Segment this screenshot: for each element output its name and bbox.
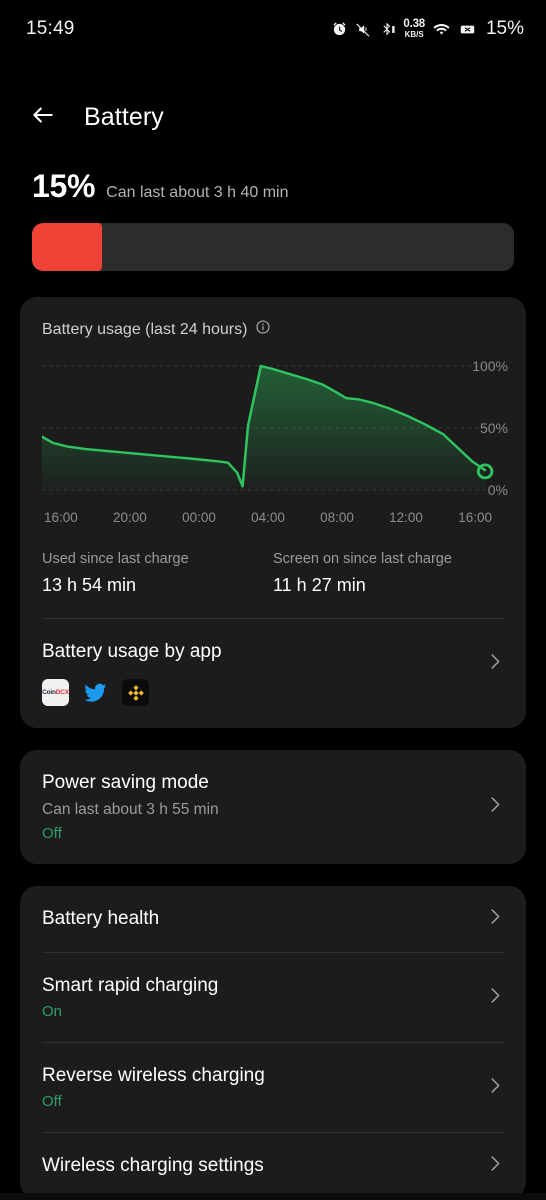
alarm-icon	[331, 21, 348, 38]
status-time: 15:49	[26, 18, 75, 39]
chart-x-tick: 16:00	[44, 510, 78, 525]
battery-estimate-text: Can last about 3 h 40 min	[106, 184, 289, 201]
chart-x-tick: 04:00	[251, 510, 285, 525]
stat-label: Used since last charge	[42, 551, 189, 567]
chart-x-tick: 20:00	[113, 510, 147, 525]
battery-usage-by-app-title: Battery usage by app	[42, 641, 222, 662]
chart-x-tick: 00:00	[182, 510, 216, 525]
info-icon[interactable]	[255, 319, 271, 340]
chevron-right-icon	[484, 984, 506, 1011]
row-title: Wireless charging settings	[42, 1155, 264, 1176]
row-title: Smart rapid charging	[42, 975, 219, 996]
status-bar: 15:49 0.38 KB/S 15%	[0, 0, 546, 58]
wireless-charging-settings-row[interactable]: Wireless charging settings	[20, 1133, 526, 1199]
coindcx-icon-label-a: Coin	[42, 689, 56, 696]
battery-usage-chart: 100% 50% 0%	[20, 354, 526, 504]
chart-x-tick: 12:00	[389, 510, 423, 525]
row-title: Battery health	[42, 908, 160, 929]
chevron-right-icon	[484, 650, 506, 677]
power-saving-mode-row[interactable]: Power saving mode Can last about 3 h 55 …	[20, 750, 526, 864]
app-icon-list: CoinDCX	[42, 679, 504, 706]
chevron-right-icon	[484, 1074, 506, 1101]
network-speed: 0.38 KB/S	[403, 17, 425, 40]
row-state: Off	[42, 1093, 62, 1110]
battery-icon	[458, 21, 477, 38]
mute-icon	[355, 21, 372, 38]
battery-summary: 15% Can last about 3 h 40 min	[0, 168, 546, 205]
row-title: Reverse wireless charging	[42, 1065, 265, 1086]
stat-screen-on-since-last-charge: Screen on since last charge 11 h 27 min	[273, 551, 504, 596]
wifi-icon	[432, 21, 451, 38]
power-saving-card: Power saving mode Can last about 3 h 55 …	[20, 750, 526, 864]
chart-x-axis-labels: 16:00 20:00 00:00 04:00 08:00 12:00 16:00	[20, 510, 526, 525]
page-title: Battery	[84, 102, 164, 131]
chart-x-tick: 08:00	[320, 510, 354, 525]
bluetooth-icon	[379, 21, 396, 38]
battery-level-bar-fill	[32, 223, 102, 271]
chevron-right-icon	[484, 1153, 506, 1180]
chevron-right-icon	[484, 794, 506, 821]
twitter-icon[interactable]	[82, 679, 109, 706]
charging-settings-card: Battery health Smart rapid charging On R…	[20, 886, 526, 1199]
stat-used-since-last-charge: Used since last charge 13 h 54 min	[42, 551, 273, 596]
battery-usage-title: Battery usage (last 24 hours)	[42, 320, 248, 338]
battery-percent-value: 15%	[32, 168, 96, 204]
navigation-bar	[0, 1193, 546, 1200]
row-subtitle: Can last about 3 h 55 min	[42, 801, 219, 818]
row-state: Off	[42, 825, 62, 842]
network-speed-value: 0.38	[403, 17, 425, 30]
battery-usage-by-app-row[interactable]: Battery usage by app CoinDCX	[20, 619, 526, 708]
battery-stats-row: Used since last charge 13 h 54 min Scree…	[20, 551, 526, 596]
battery-usage-header: Battery usage (last 24 hours)	[20, 319, 526, 340]
chart-x-tick: 16:00	[458, 510, 492, 525]
arrow-left-icon	[30, 102, 56, 133]
battery-health-row[interactable]: Battery health	[20, 886, 526, 952]
binance-icon[interactable]	[122, 679, 149, 706]
reverse-wireless-charging-row[interactable]: Reverse wireless charging Off	[20, 1043, 526, 1132]
stat-label: Screen on since last charge	[273, 551, 452, 567]
stat-value: 13 h 54 min	[42, 575, 137, 595]
battery-usage-card: Battery usage (last 24 hours) 100% 50% 0%	[20, 297, 526, 728]
status-battery-percent: 15%	[485, 18, 524, 39]
row-state: On	[42, 1003, 63, 1020]
chevron-right-icon	[484, 906, 506, 933]
stat-value: 11 h 27 min	[273, 575, 366, 595]
back-button[interactable]	[26, 100, 60, 134]
coindcx-icon-label-b: DCX	[55, 689, 69, 696]
smart-rapid-charging-row[interactable]: Smart rapid charging On	[20, 953, 526, 1042]
row-title: Power saving mode	[42, 772, 209, 793]
battery-level-bar	[32, 223, 514, 271]
battery-chart-svg	[42, 364, 494, 491]
coindcx-icon[interactable]: CoinDCX	[42, 679, 69, 706]
status-icons: 0.38 KB/S 15%	[331, 18, 524, 40]
app-bar: Battery	[0, 80, 546, 154]
network-speed-unit: KB/S	[404, 30, 424, 40]
